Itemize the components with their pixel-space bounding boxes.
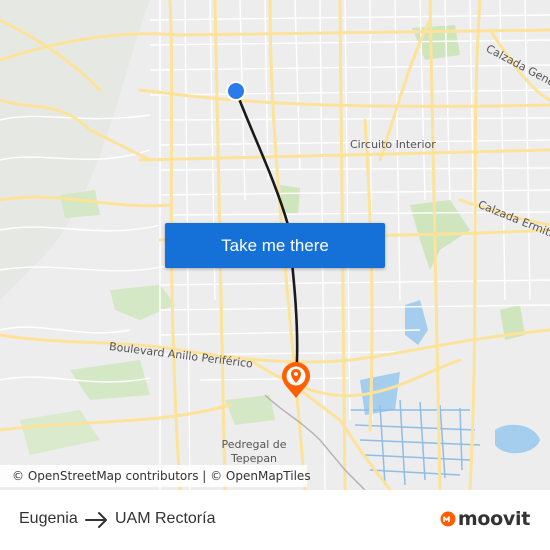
moovit-wordmark: moovit bbox=[457, 508, 530, 530]
origin-dot-icon[interactable] bbox=[226, 81, 246, 101]
route-footer: Eugenia UAM Rectoría moovit bbox=[0, 490, 550, 550]
route-origin-label: Eugenia bbox=[19, 510, 78, 527]
map-view[interactable]: Calzada Gene Circuito Interior Calzada E… bbox=[0, 0, 550, 490]
route-destination-label: UAM Rectoría bbox=[115, 510, 216, 527]
map-attribution[interactable]: © OpenStreetMap contributors | © OpenMap… bbox=[0, 465, 311, 487]
arrow-right-icon bbox=[85, 512, 107, 528]
moovit-pin-icon bbox=[440, 511, 456, 527]
street-label-circuito-interior-a: Circuito Interior bbox=[350, 138, 436, 151]
moovit-logo[interactable]: moovit bbox=[440, 508, 530, 530]
place-label-pedregal: Pedregal de Tepepan bbox=[221, 438, 287, 465]
attribution-text[interactable]: © OpenStreetMap contributors | © OpenMap… bbox=[12, 469, 311, 483]
take-me-there-button[interactable]: Take me there bbox=[165, 223, 385, 268]
